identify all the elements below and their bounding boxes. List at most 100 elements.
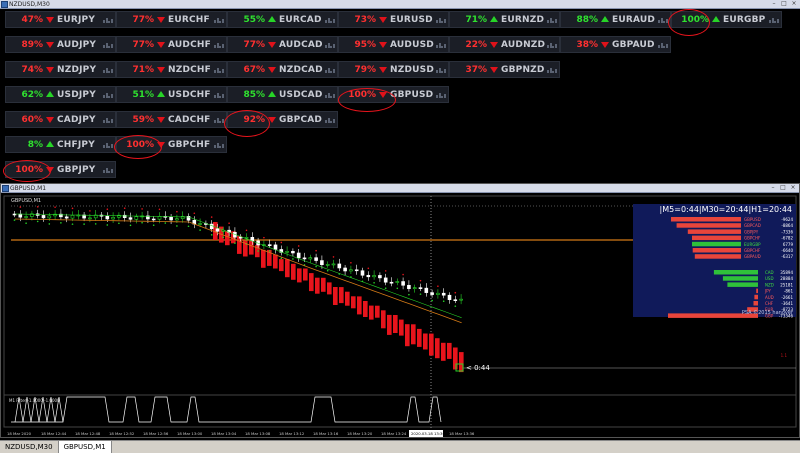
- pair-cell-nzdcad[interactable]: 67% NZDCAD: [227, 61, 338, 78]
- time-tick-label: 18 Mar 2020: [7, 431, 32, 436]
- chart-tab[interactable]: GBPUSD,M1: [58, 441, 112, 453]
- pair-cell-audcad[interactable]: 77% AUDCAD: [227, 36, 338, 53]
- candle-body: [395, 281, 400, 283]
- psa-currency-name: CHF: [765, 301, 774, 306]
- pair-symbol: GBPCHF: [168, 139, 211, 150]
- maximize-icon[interactable]: □: [780, 0, 788, 8]
- pair-cell-audjpy[interactable]: 89% AUDJPY: [5, 36, 116, 53]
- psa-currency-name: NZD: [765, 282, 774, 287]
- arrow-down-icon: [43, 11, 57, 28]
- mini-chart-icon[interactable]: [323, 36, 335, 53]
- top-window-titlebar[interactable]: NZDUSD,M30 – □ ×: [0, 0, 800, 9]
- candle-body: [447, 294, 452, 301]
- mini-chart-icon[interactable]: [545, 36, 557, 53]
- mini-chart-icon[interactable]: [101, 36, 113, 53]
- mini-chart-icon[interactable]: [434, 61, 446, 78]
- pair-cell-cadchf[interactable]: 59% CADCHF: [116, 111, 227, 128]
- candle-body: [459, 298, 463, 301]
- time-tick-label: 18 Mar 13:00: [177, 431, 203, 436]
- psa-currency-name: CAD: [765, 270, 774, 275]
- arrow-down-icon: [154, 111, 168, 128]
- mini-chart-icon[interactable]: [545, 11, 557, 28]
- signal-dot: [89, 210, 91, 212]
- pair-cell-eurcad[interactable]: 55% EURCAD: [227, 11, 338, 28]
- pair-cell-audchf[interactable]: 77% AUDCHF: [116, 36, 227, 53]
- candle-body: [389, 281, 394, 284]
- indicator-bar: [387, 314, 392, 335]
- mini-chart-icon[interactable]: [212, 61, 224, 78]
- mini-chart-icon[interactable]: [323, 86, 335, 103]
- candle-body: [215, 228, 220, 232]
- pair-cell-nzdusd[interactable]: 79% NZDUSD: [338, 61, 449, 78]
- close-icon[interactable]: ×: [790, 0, 798, 8]
- signal-dot: [48, 223, 51, 225]
- signal-dot: [396, 287, 399, 290]
- pair-cell-euraud[interactable]: 88% EURAUD: [560, 11, 671, 28]
- indicator-bar: [309, 273, 314, 292]
- signal-dot: [36, 220, 39, 223]
- chart-tab[interactable]: NZDUSD,M30: [0, 441, 59, 453]
- mini-chart-icon[interactable]: [212, 111, 224, 128]
- pair-cell-usdcad[interactable]: 85% USDCAD: [227, 86, 338, 103]
- mini-chart-icon[interactable]: [101, 136, 113, 153]
- pair-symbol: EURUSD: [390, 14, 433, 25]
- pair-cell-gbpnzd[interactable]: 37% GBPNZD: [449, 61, 560, 78]
- signal-dot: [437, 285, 439, 288]
- pair-cell-usdchf[interactable]: 51% USDCHF: [116, 86, 227, 103]
- pair-cell-eurusd[interactable]: 73% EURUSD: [338, 11, 449, 28]
- pair-cell-audusd[interactable]: 95% AUDUSD: [338, 36, 449, 53]
- strength-percent: 67%: [243, 64, 265, 75]
- mini-chart-icon[interactable]: [101, 161, 113, 178]
- pair-cell-nzdjpy[interactable]: 74% NZDJPY: [5, 61, 116, 78]
- pair-cell-eurnzd[interactable]: 71% EURNZD: [449, 11, 560, 28]
- signal-dot: [129, 224, 132, 227]
- time-tick-label: 18 Mar 12:52: [109, 431, 135, 436]
- mini-chart-icon[interactable]: [323, 11, 335, 28]
- pair-cell-gbpaud[interactable]: 38% GBPAUD: [560, 36, 671, 53]
- minimize-icon[interactable]: –: [769, 184, 777, 192]
- signal-dot: [350, 261, 352, 264]
- mini-chart-icon[interactable]: [101, 61, 113, 78]
- signal-dot: [234, 242, 236, 244]
- signal-dot: [199, 229, 201, 231]
- mini-chart-icon[interactable]: [212, 11, 224, 28]
- mini-chart-icon[interactable]: [323, 61, 335, 78]
- pair-cell-eurjpy[interactable]: 47% EURJPY: [5, 11, 116, 28]
- close-icon[interactable]: ×: [789, 184, 797, 192]
- pair-cell-chfjpy[interactable]: 8% CHFJPY: [5, 136, 116, 153]
- mini-chart-icon[interactable]: [434, 36, 446, 53]
- pair-cell-usdjpy[interactable]: 62% USDJPY: [5, 86, 116, 103]
- signal-dot: [431, 299, 433, 302]
- mini-chart-icon[interactable]: [212, 36, 224, 53]
- pair-cell-eurchf[interactable]: 77% EURCHF: [116, 11, 227, 28]
- mini-chart-icon[interactable]: [767, 11, 779, 28]
- mini-chart-icon[interactable]: [434, 86, 446, 103]
- candle-body: [436, 292, 440, 295]
- price-chart[interactable]: GBPUSD,M1 < 0:44 1.1 |M5=0:44|M30=20:44|H1=…: [1, 194, 799, 438]
- maximize-icon[interactable]: □: [779, 184, 787, 192]
- signal-dot: [141, 208, 143, 210]
- signal-dot: [332, 256, 335, 258]
- mini-chart-icon[interactable]: [101, 86, 113, 103]
- candle-body: [430, 292, 434, 295]
- mini-chart-icon[interactable]: [101, 111, 113, 128]
- signal-dot: [419, 279, 422, 282]
- moving-average-line: [14, 213, 462, 318]
- mini-chart-icon[interactable]: [212, 136, 224, 153]
- mini-chart-icon[interactable]: [101, 11, 113, 28]
- chart-window-titlebar[interactable]: GBPUSD,M1 – □ ×: [1, 184, 799, 193]
- mini-chart-icon[interactable]: [323, 111, 335, 128]
- pair-cell-cadjpy[interactable]: 60% CADJPY: [5, 111, 116, 128]
- mini-chart-icon[interactable]: [434, 11, 446, 28]
- mini-chart-icon[interactable]: [656, 36, 668, 53]
- pair-cell-audnzd[interactable]: 22% AUDNZD: [449, 36, 560, 53]
- psa-pair-bar: [692, 248, 741, 253]
- mini-chart-icon[interactable]: [545, 61, 557, 78]
- mini-chart-icon[interactable]: [212, 86, 224, 103]
- mini-chart-icon[interactable]: [656, 11, 668, 28]
- chart-window-icon: [2, 185, 9, 192]
- candle-body: [331, 263, 336, 266]
- candle-body: [198, 223, 202, 225]
- minimize-icon[interactable]: –: [770, 0, 778, 8]
- pair-cell-nzdchf[interactable]: 71% NZDCHF: [116, 61, 227, 78]
